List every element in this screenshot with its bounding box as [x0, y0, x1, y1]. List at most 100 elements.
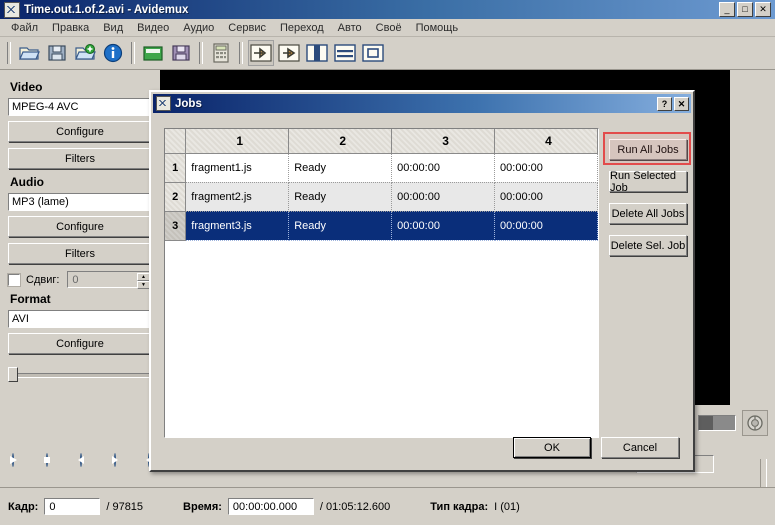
- toolbar-grip[interactable]: [7, 42, 11, 64]
- cell-job-name[interactable]: fragment2.js: [185, 182, 290, 212]
- next-button[interactable]: [112, 453, 140, 480]
- minimize-button[interactable]: _: [719, 2, 735, 17]
- menu-item-goto[interactable]: Переход: [273, 20, 331, 36]
- audio-settings-icon[interactable]: [742, 410, 768, 436]
- run-selected-job-button[interactable]: Run Selected Job: [609, 170, 687, 194]
- menu-item-file[interactable]: Файл: [4, 20, 45, 36]
- table-corner-header[interactable]: [165, 129, 187, 154]
- timeline-slider-thumb[interactable]: [8, 367, 18, 382]
- jobs-dialog-titlebar: Jobs ? ✕: [153, 94, 691, 113]
- delete-all-jobs-button[interactable]: Delete All Jobs: [609, 203, 687, 224]
- cell-job-end[interactable]: 00:00:00: [494, 211, 598, 241]
- menu-item-tools[interactable]: Сервис: [221, 20, 273, 36]
- jobs-dialog-title: Jobs: [175, 97, 202, 110]
- audio-shift-checkbox[interactable]: [7, 272, 21, 287]
- cell-job-status[interactable]: Ready: [288, 182, 393, 212]
- column-header-1[interactable]: 1: [185, 129, 290, 154]
- open-project-icon[interactable]: [140, 40, 166, 66]
- menu-item-video[interactable]: Видео: [130, 20, 176, 36]
- menu-item-custom[interactable]: Своё: [369, 20, 409, 36]
- statusbar: Кадр: 0 / 97815 Время: 00:00:00.000 / 01…: [0, 487, 775, 525]
- video-configure-button[interactable]: Configure: [8, 121, 152, 142]
- encoder-sidebar: Video MPEG-4 AVC Configure Filters Audio…: [0, 70, 160, 450]
- column-header-3[interactable]: 3: [391, 129, 496, 154]
- play-button[interactable]: [10, 453, 38, 480]
- open-file-icon[interactable]: [16, 40, 42, 66]
- save-file-icon[interactable]: [44, 40, 70, 66]
- window-title: Time.out.1.of.2.avi - Avidemux: [24, 3, 189, 16]
- table-row[interactable]: 1 fragment1.js Ready 00:00:00 00:00:00: [165, 153, 598, 183]
- run-job-icon[interactable]: [276, 40, 302, 66]
- format-configure-button[interactable]: Configure: [8, 333, 152, 354]
- frame-icon[interactable]: [360, 40, 386, 66]
- jobs-table-scrollbar[interactable]: [599, 128, 604, 438]
- menu-item-view[interactable]: Вид: [96, 20, 130, 36]
- jobs-icon[interactable]: [248, 40, 274, 66]
- column-header-2[interactable]: 2: [288, 129, 393, 154]
- toolbar: [0, 37, 775, 70]
- row-number[interactable]: 2: [165, 182, 187, 212]
- audio-codec-select[interactable]: MP3 (lame): [7, 192, 153, 212]
- cell-job-start[interactable]: 00:00:00: [391, 182, 496, 212]
- audio-shift-label: Сдвиг:: [26, 273, 60, 286]
- jobs-dialog-body: 1 2 3 4 1 fragment1.js Ready 00:00:00 00: [151, 113, 693, 470]
- audio-section-label: Audio: [10, 175, 44, 189]
- timeline-slider-track: [10, 373, 150, 378]
- cancel-button[interactable]: Cancel: [601, 437, 679, 458]
- menu-item-auto[interactable]: Авто: [331, 20, 369, 36]
- row-number[interactable]: 1: [165, 153, 187, 183]
- toolbar-separator-1: [131, 42, 135, 64]
- calculator-icon[interactable]: [208, 40, 234, 66]
- ok-button[interactable]: OK: [513, 437, 591, 458]
- timeline-slider[interactable]: [8, 366, 152, 382]
- help-button[interactable]: ?: [657, 96, 672, 111]
- open-append-icon[interactable]: [72, 40, 98, 66]
- cell-job-start[interactable]: 00:00:00: [391, 211, 496, 241]
- format-container-select[interactable]: AVI: [7, 309, 153, 329]
- info-icon[interactable]: [100, 40, 126, 66]
- audio-filters-button[interactable]: Filters: [8, 243, 152, 264]
- align-icon[interactable]: [332, 40, 358, 66]
- volume-slider[interactable]: [698, 415, 736, 431]
- jobs-table: 1 2 3 4 1 fragment1.js Ready 00:00:00 00: [165, 129, 598, 241]
- jobs-dialog-window-controls: ? ✕: [657, 96, 689, 111]
- time-label: Время:: [183, 500, 222, 513]
- window-titlebar: Time.out.1.of.2.avi - Avidemux _ □ ✕: [0, 0, 775, 19]
- cell-job-name[interactable]: fragment1.js: [185, 153, 290, 183]
- menu-item-help[interactable]: Помощь: [409, 20, 466, 36]
- audio-configure-button[interactable]: Configure: [8, 216, 152, 237]
- table-row-selected[interactable]: 3 fragment3.js Ready 00:00:00 00:00:00: [165, 211, 598, 241]
- cell-job-status[interactable]: Ready: [288, 153, 393, 183]
- toolbar-separator-3[interactable]: [239, 42, 243, 64]
- audio-shift-spinner[interactable]: 0 ▲ ▼: [67, 271, 152, 289]
- table-row[interactable]: 2 fragment2.js Ready 00:00:00 00:00:00: [165, 182, 598, 212]
- delete-selected-job-button[interactable]: Delete Sel. Job: [609, 235, 687, 256]
- cell-job-start[interactable]: 00:00:00: [391, 153, 496, 183]
- close-button[interactable]: ✕: [755, 2, 771, 17]
- cell-job-name[interactable]: fragment3.js: [185, 211, 290, 241]
- frame-input[interactable]: 0: [44, 498, 101, 515]
- video-filters-button[interactable]: Filters: [8, 148, 152, 169]
- cell-job-end[interactable]: 00:00:00: [494, 153, 598, 183]
- save-project-icon[interactable]: [168, 40, 194, 66]
- menu-item-edit[interactable]: Правка: [45, 20, 96, 36]
- time-input[interactable]: 00:00:00.000: [227, 498, 314, 515]
- jobs-dialog-footer: OK Cancel: [513, 437, 679, 458]
- frame-total: / 97815: [106, 500, 144, 513]
- column-header-4[interactable]: 4: [494, 129, 598, 154]
- cell-job-end[interactable]: 00:00:00: [494, 182, 598, 212]
- video-codec-select[interactable]: MPEG-4 AVC: [7, 97, 153, 117]
- toolbar-separator-2: [199, 42, 203, 64]
- split-view-icon[interactable]: [304, 40, 330, 66]
- maximize-button[interactable]: □: [737, 2, 753, 17]
- audio-shift-row: Сдвиг: 0 ▲ ▼: [7, 271, 152, 289]
- prev-button[interactable]: [78, 453, 106, 480]
- close-icon[interactable]: ✕: [674, 96, 689, 111]
- row-number[interactable]: 3: [165, 211, 187, 241]
- cell-job-status[interactable]: Ready: [288, 211, 393, 241]
- stop-button[interactable]: [44, 453, 72, 480]
- menubar: Файл Правка Вид Видео Аудио Сервис Перех…: [0, 19, 775, 37]
- run-all-jobs-button[interactable]: Run All Jobs: [609, 139, 687, 160]
- menu-item-audio[interactable]: Аудио: [176, 20, 221, 36]
- frametype-label: Тип кадра:: [430, 500, 489, 513]
